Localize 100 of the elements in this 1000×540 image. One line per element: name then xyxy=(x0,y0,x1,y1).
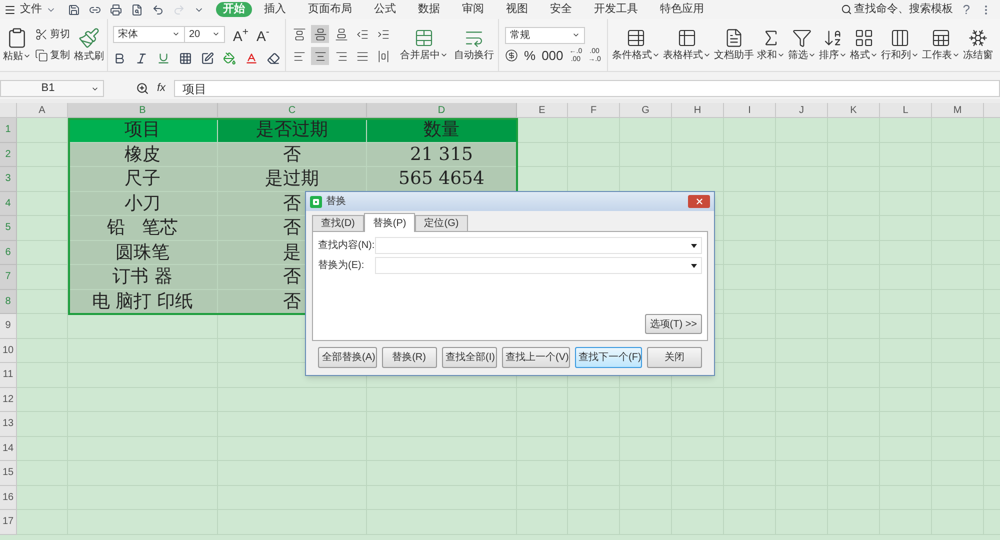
border-icon[interactable] xyxy=(179,52,192,64)
input-field[interactable] xyxy=(375,237,702,254)
formula-input[interactable]: 项目 xyxy=(174,80,1000,97)
ribbon-tab[interactable]: 视图 xyxy=(496,2,538,17)
underline-icon[interactable] xyxy=(157,52,170,64)
columns-icon xyxy=(890,28,910,48)
clipboard-button[interactable]: 复制 xyxy=(35,48,70,63)
align-left-icon xyxy=(292,50,306,62)
clipboard-button[interactable]: 剪切 xyxy=(35,27,70,42)
row-header[interactable]: 17 xyxy=(0,510,17,534)
dialog-title: 替换 xyxy=(326,194,346,209)
font-size-dropdown[interactable]: 20 xyxy=(185,26,225,42)
help-button[interactable]: ? xyxy=(962,0,970,20)
dialog-tab[interactable]: 查找(D) xyxy=(312,215,364,231)
table-cell xyxy=(17,338,68,363)
number-format-button[interactable]: % xyxy=(524,48,536,62)
dialog-tab[interactable]: 定位(G) xyxy=(415,215,468,231)
caret-icon xyxy=(776,51,785,59)
ribbon-button[interactable]: 工作表 xyxy=(922,28,960,62)
number-format-button[interactable]: 000 xyxy=(542,48,564,62)
dialog-button[interactable]: 查找下一个(F) xyxy=(574,347,642,368)
font-name-dropdown[interactable]: 宋体 xyxy=(113,26,185,42)
bold-icon[interactable] xyxy=(113,52,126,64)
caret-icon xyxy=(172,30,180,38)
row-header[interactable]: 13 xyxy=(0,412,17,436)
table-cell xyxy=(17,486,68,510)
dialog-tab[interactable]: 替换(P) xyxy=(364,213,416,232)
dialog-button[interactable]: 查找上一个(V) xyxy=(502,347,570,368)
row-header[interactable]: 14 xyxy=(0,436,17,461)
ribbon-tab[interactable]: 页面布局 xyxy=(298,2,362,17)
ribbon-tab[interactable]: 公式 xyxy=(364,2,406,17)
command-search[interactable]: 查找命令、搜索模板 xyxy=(854,1,953,18)
header-cell: 是否过期 xyxy=(218,118,367,142)
font-size-step-button[interactable]: A$^{+}$ xyxy=(233,26,248,46)
dialog-button[interactable]: 关闭 xyxy=(647,347,702,368)
align-button[interactable] xyxy=(311,47,329,65)
save-icon[interactable] xyxy=(68,4,80,16)
table-cell xyxy=(17,192,68,216)
column-header[interactable]: I xyxy=(724,103,776,118)
dialog-button[interactable]: 查找全部(I) xyxy=(442,347,497,368)
options-button[interactable]: 选项(T) >> xyxy=(644,314,702,334)
font-color-icon[interactable] xyxy=(245,52,258,64)
search-icon[interactable] xyxy=(840,4,852,15)
file-menu[interactable]: 文件 xyxy=(20,1,42,18)
ribbon-button[interactable]: 求和 xyxy=(756,28,785,62)
align-button[interactable] xyxy=(311,25,329,43)
ribbon-tab[interactable]: 特色应用 xyxy=(650,2,714,17)
column-header[interactable]: M xyxy=(932,103,984,118)
ribbon-tab[interactable]: 数据 xyxy=(408,2,450,17)
header-cell: 项目 xyxy=(68,118,218,142)
column-header[interactable]: L xyxy=(880,103,932,118)
align-top-icon xyxy=(292,28,306,40)
table-cell xyxy=(17,240,68,265)
print-icon[interactable] xyxy=(110,4,122,16)
dialog-button[interactable]: 替换(R) xyxy=(382,347,437,368)
menu-icon[interactable] xyxy=(4,4,16,16)
column-header[interactable]: F xyxy=(568,103,620,118)
number-format-dropdown[interactable]: 常规 xyxy=(505,26,585,44)
column-header[interactable]: G xyxy=(620,103,672,118)
preview-icon[interactable] xyxy=(131,4,143,16)
ribbon-button[interactable]: 排序 xyxy=(818,28,847,62)
ribbon-button[interactable]: 表格样式 xyxy=(662,28,711,62)
format-painter-button[interactable]: 格式刷 xyxy=(74,26,104,64)
ribbon-tab[interactable]: 开发工具 xyxy=(584,2,648,17)
ribbon-button[interactable]: 筛选 xyxy=(788,28,816,62)
cell-style-icon[interactable] xyxy=(201,52,214,64)
ribbon-button[interactable]: 冻结窗 xyxy=(962,28,993,62)
column-header[interactable]: K xyxy=(828,103,880,118)
input-field[interactable] xyxy=(375,257,702,274)
row-header[interactable]: 15 xyxy=(0,461,17,486)
fill-color-icon[interactable] xyxy=(223,52,236,64)
row-header[interactable]: 10 xyxy=(0,338,17,363)
ribbon-button[interactable]: 条件格式 xyxy=(612,28,660,62)
paste-button[interactable]: 粘贴 xyxy=(3,26,31,64)
row-header[interactable]: 16 xyxy=(0,486,17,510)
column-header[interactable]: J xyxy=(776,103,828,118)
ribbon-button[interactable]: 行和列 xyxy=(880,28,919,62)
ribbon-tab[interactable]: 审阅 xyxy=(452,2,494,17)
currency-button[interactable] xyxy=(505,49,518,62)
merge-button[interactable]: 合并居中 xyxy=(400,28,448,62)
row-header[interactable]: 12 xyxy=(0,388,17,412)
ribbon-tab[interactable]: 插入 xyxy=(254,2,296,17)
table-cell xyxy=(932,118,984,142)
close-button[interactable] xyxy=(688,195,710,208)
row-header[interactable]: 11 xyxy=(0,363,17,388)
ribbon-button[interactable]: 文档助手 xyxy=(714,28,754,62)
dialog-button[interactable]: 全部替换(A) xyxy=(318,347,377,368)
ribbon-tab[interactable]: 安全 xyxy=(540,2,582,17)
column-header[interactable]: H xyxy=(672,103,724,118)
ribbon-button[interactable]: 格式 xyxy=(850,28,878,62)
zoom-icon[interactable] xyxy=(136,82,149,95)
italic-icon[interactable] xyxy=(135,52,148,64)
merge-button[interactable]: 自动换行 xyxy=(454,28,494,62)
column-header[interactable]: E xyxy=(517,103,568,118)
font-size-step-button[interactable]: A$^{-}$ xyxy=(256,26,270,46)
name-box[interactable]: B1 xyxy=(0,80,104,97)
eraser-icon[interactable] xyxy=(267,52,280,64)
row-header[interactable]: 9 xyxy=(0,314,17,338)
undo-icon[interactable] xyxy=(152,4,164,16)
fx-label[interactable]: fx xyxy=(157,80,166,97)
